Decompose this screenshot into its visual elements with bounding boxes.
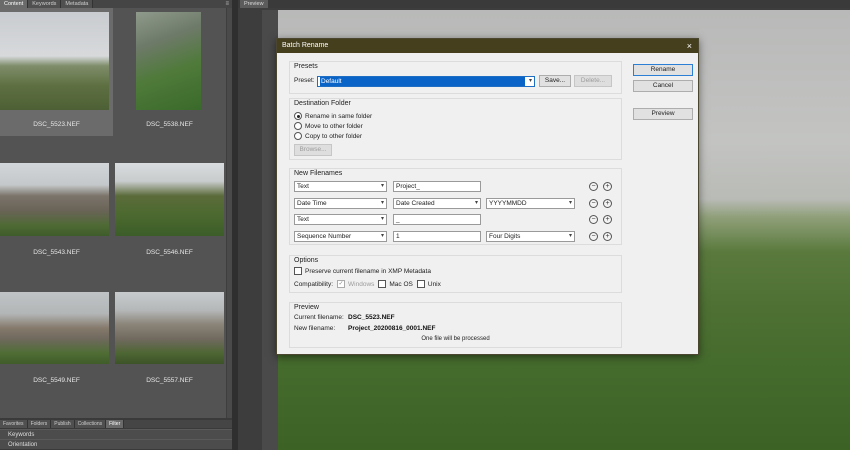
filename-text-input[interactable]: Project_ [393, 181, 481, 192]
options-group: Options Preserve current filename in XMP… [289, 255, 622, 293]
add-row-icon[interactable]: + [603, 199, 612, 208]
radio-button[interactable] [294, 132, 302, 140]
dialog-title: Batch Rename [282, 42, 329, 49]
new-filenames-group: New Filenames Text ▾ Project_ − + Date Ti… [289, 168, 622, 245]
sequence-start-input[interactable]: 1 [393, 231, 481, 242]
radio-move-other[interactable]: Move to other folder [294, 122, 363, 130]
destination-group: Destination Folder Rename in same folder… [289, 98, 622, 160]
group-title: Destination Folder [294, 100, 351, 107]
current-filename-value: DSC_5523.NEF [348, 314, 395, 321]
thumbnail-label: DSC_5543.NEF [33, 249, 80, 256]
group-title: New Filenames [294, 170, 343, 177]
preserve-filename-checkbox[interactable]: Preserve current filename in XMP Metadat… [294, 267, 431, 275]
remove-row-icon[interactable]: − [589, 215, 598, 224]
save-preset-button[interactable]: Save... [539, 75, 571, 87]
thumbnail-cell[interactable]: DSC_5549.NEF [0, 264, 113, 392]
current-filename-label: Current filename: [294, 314, 344, 321]
filter-orientation-row[interactable]: Orientation [0, 439, 232, 449]
compatibility-row: Compatibility: ✓ Windows Mac OS Unix [294, 280, 441, 288]
filter-keywords-row[interactable]: Keywords [0, 429, 232, 439]
tab-favorites[interactable]: Favorites [0, 420, 28, 428]
chevron-down-icon: ▾ [568, 200, 572, 206]
chevron-down-icon: ▾ [568, 233, 572, 239]
remove-row-icon[interactable]: − [589, 199, 598, 208]
thumbnail-cell[interactable]: DSC_5557.NEF [113, 264, 226, 392]
thumbnail-image[interactable] [0, 292, 109, 364]
add-row-icon[interactable]: + [603, 182, 612, 191]
add-row-icon[interactable]: + [603, 232, 612, 241]
thumbnail-image[interactable] [115, 292, 224, 364]
cancel-button[interactable]: Cancel [633, 80, 693, 92]
tab-metadata[interactable]: Metadata [61, 0, 94, 8]
thumbnail-grid: DSC_5523.NEF DSC_5538.NEF DSC_5543.NEF D… [0, 8, 226, 418]
thumbnail-label: DSC_5538.NEF [146, 121, 193, 128]
dialog-titlebar: Batch Rename × [277, 39, 698, 53]
date-source-select[interactable]: Date Created ▾ [393, 198, 481, 209]
thumbnail-image[interactable] [0, 163, 109, 236]
thumbnail-label: DSC_5546.NEF [146, 249, 193, 256]
chevron-down-icon: ▾ [528, 78, 532, 84]
group-title: Preview [294, 304, 319, 311]
chevron-down-icon: ▾ [474, 200, 478, 206]
add-row-icon[interactable]: + [603, 215, 612, 224]
rename-button[interactable]: Rename [633, 64, 693, 76]
thumbnail-image[interactable] [136, 12, 201, 110]
tab-content[interactable]: Content [0, 0, 29, 8]
remove-row-icon[interactable]: − [589, 232, 598, 241]
preview-button[interactable]: Preview [633, 108, 693, 120]
chevron-down-icon: ▾ [380, 183, 384, 189]
radio-button[interactable] [294, 122, 302, 130]
preset-value: Default [320, 77, 525, 86]
preset-select[interactable]: Default ▾ [317, 76, 535, 87]
tab-preview[interactable]: Preview [240, 0, 268, 8]
preset-label: Preset: [294, 77, 315, 84]
batch-rename-dialog: Batch Rename × Presets Preset: Default ▾… [276, 38, 699, 355]
status-text: One file will be processed [421, 336, 490, 342]
checkbox[interactable] [294, 267, 302, 275]
checkbox-macos[interactable] [378, 280, 387, 288]
thumbnail-image[interactable] [0, 12, 109, 110]
group-title: Options [294, 257, 319, 264]
thumbnail-cell[interactable]: DSC_5538.NEF [113, 8, 226, 136]
thumbnail-cell[interactable]: DSC_5543.NEF [0, 136, 113, 264]
browse-button[interactable]: Browse... [294, 144, 332, 156]
new-filename-value: Project_20200816_0001.NEF [348, 325, 436, 332]
filename-type-select[interactable]: Date Time ▾ [294, 198, 387, 209]
filename-type-select[interactable]: Text ▾ [294, 181, 387, 192]
checkbox-unix[interactable] [416, 280, 425, 288]
remove-row-icon[interactable]: − [589, 182, 598, 191]
bottom-panel-tabs: Favorites Folders Publish Collections Fi… [0, 420, 232, 428]
group-title: Presets [294, 63, 318, 70]
radio-rename-same[interactable]: Rename in same folder [294, 112, 372, 120]
chevron-down-icon: ▾ [380, 216, 384, 222]
thumbnail-image[interactable] [115, 163, 224, 236]
thumbnail-cell[interactable]: DSC_5546.NEF [113, 136, 226, 264]
sequence-format-select[interactable]: Four Digits ▾ [486, 231, 575, 242]
tab-publish[interactable]: Publish [51, 420, 75, 428]
delete-preset-button[interactable]: Delete... [574, 75, 612, 87]
date-format-select[interactable]: YYYYMMDD ▾ [486, 198, 575, 209]
filename-text-input[interactable]: _ [393, 214, 481, 225]
chevron-down-icon: ▾ [380, 233, 384, 239]
preview-group: Preview Current filename: DSC_5523.NEF N… [289, 302, 622, 348]
radio-copy-other[interactable]: Copy to other folder [294, 132, 362, 140]
tab-collections[interactable]: Collections [74, 420, 107, 428]
tab-filter[interactable]: Filter [106, 420, 125, 428]
radio-button[interactable] [294, 112, 302, 120]
chevron-down-icon: ▾ [380, 200, 384, 206]
thumbnail-cell[interactable]: DSC_5523.NEF [0, 8, 113, 136]
filename-type-select[interactable]: Text ▾ [294, 214, 387, 225]
close-icon[interactable]: × [687, 39, 692, 53]
tab-keywords[interactable]: Keywords [28, 0, 62, 8]
thumbnail-label: DSC_5549.NEF [33, 377, 80, 384]
tab-folders[interactable]: Folders [27, 420, 52, 428]
thumbnail-label: DSC_5557.NEF [146, 377, 193, 384]
new-filename-label: New filename: [294, 325, 336, 332]
left-panel-tabs: Content Keywords Metadata ≡ [0, 0, 232, 8]
checkbox-windows[interactable]: ✓ [337, 280, 346, 288]
presets-group: Presets Preset: Default ▾ Save... Delete… [289, 61, 622, 94]
thumbnail-label: DSC_5523.NEF [33, 121, 80, 128]
filename-type-select[interactable]: Sequence Number ▾ [294, 231, 387, 242]
